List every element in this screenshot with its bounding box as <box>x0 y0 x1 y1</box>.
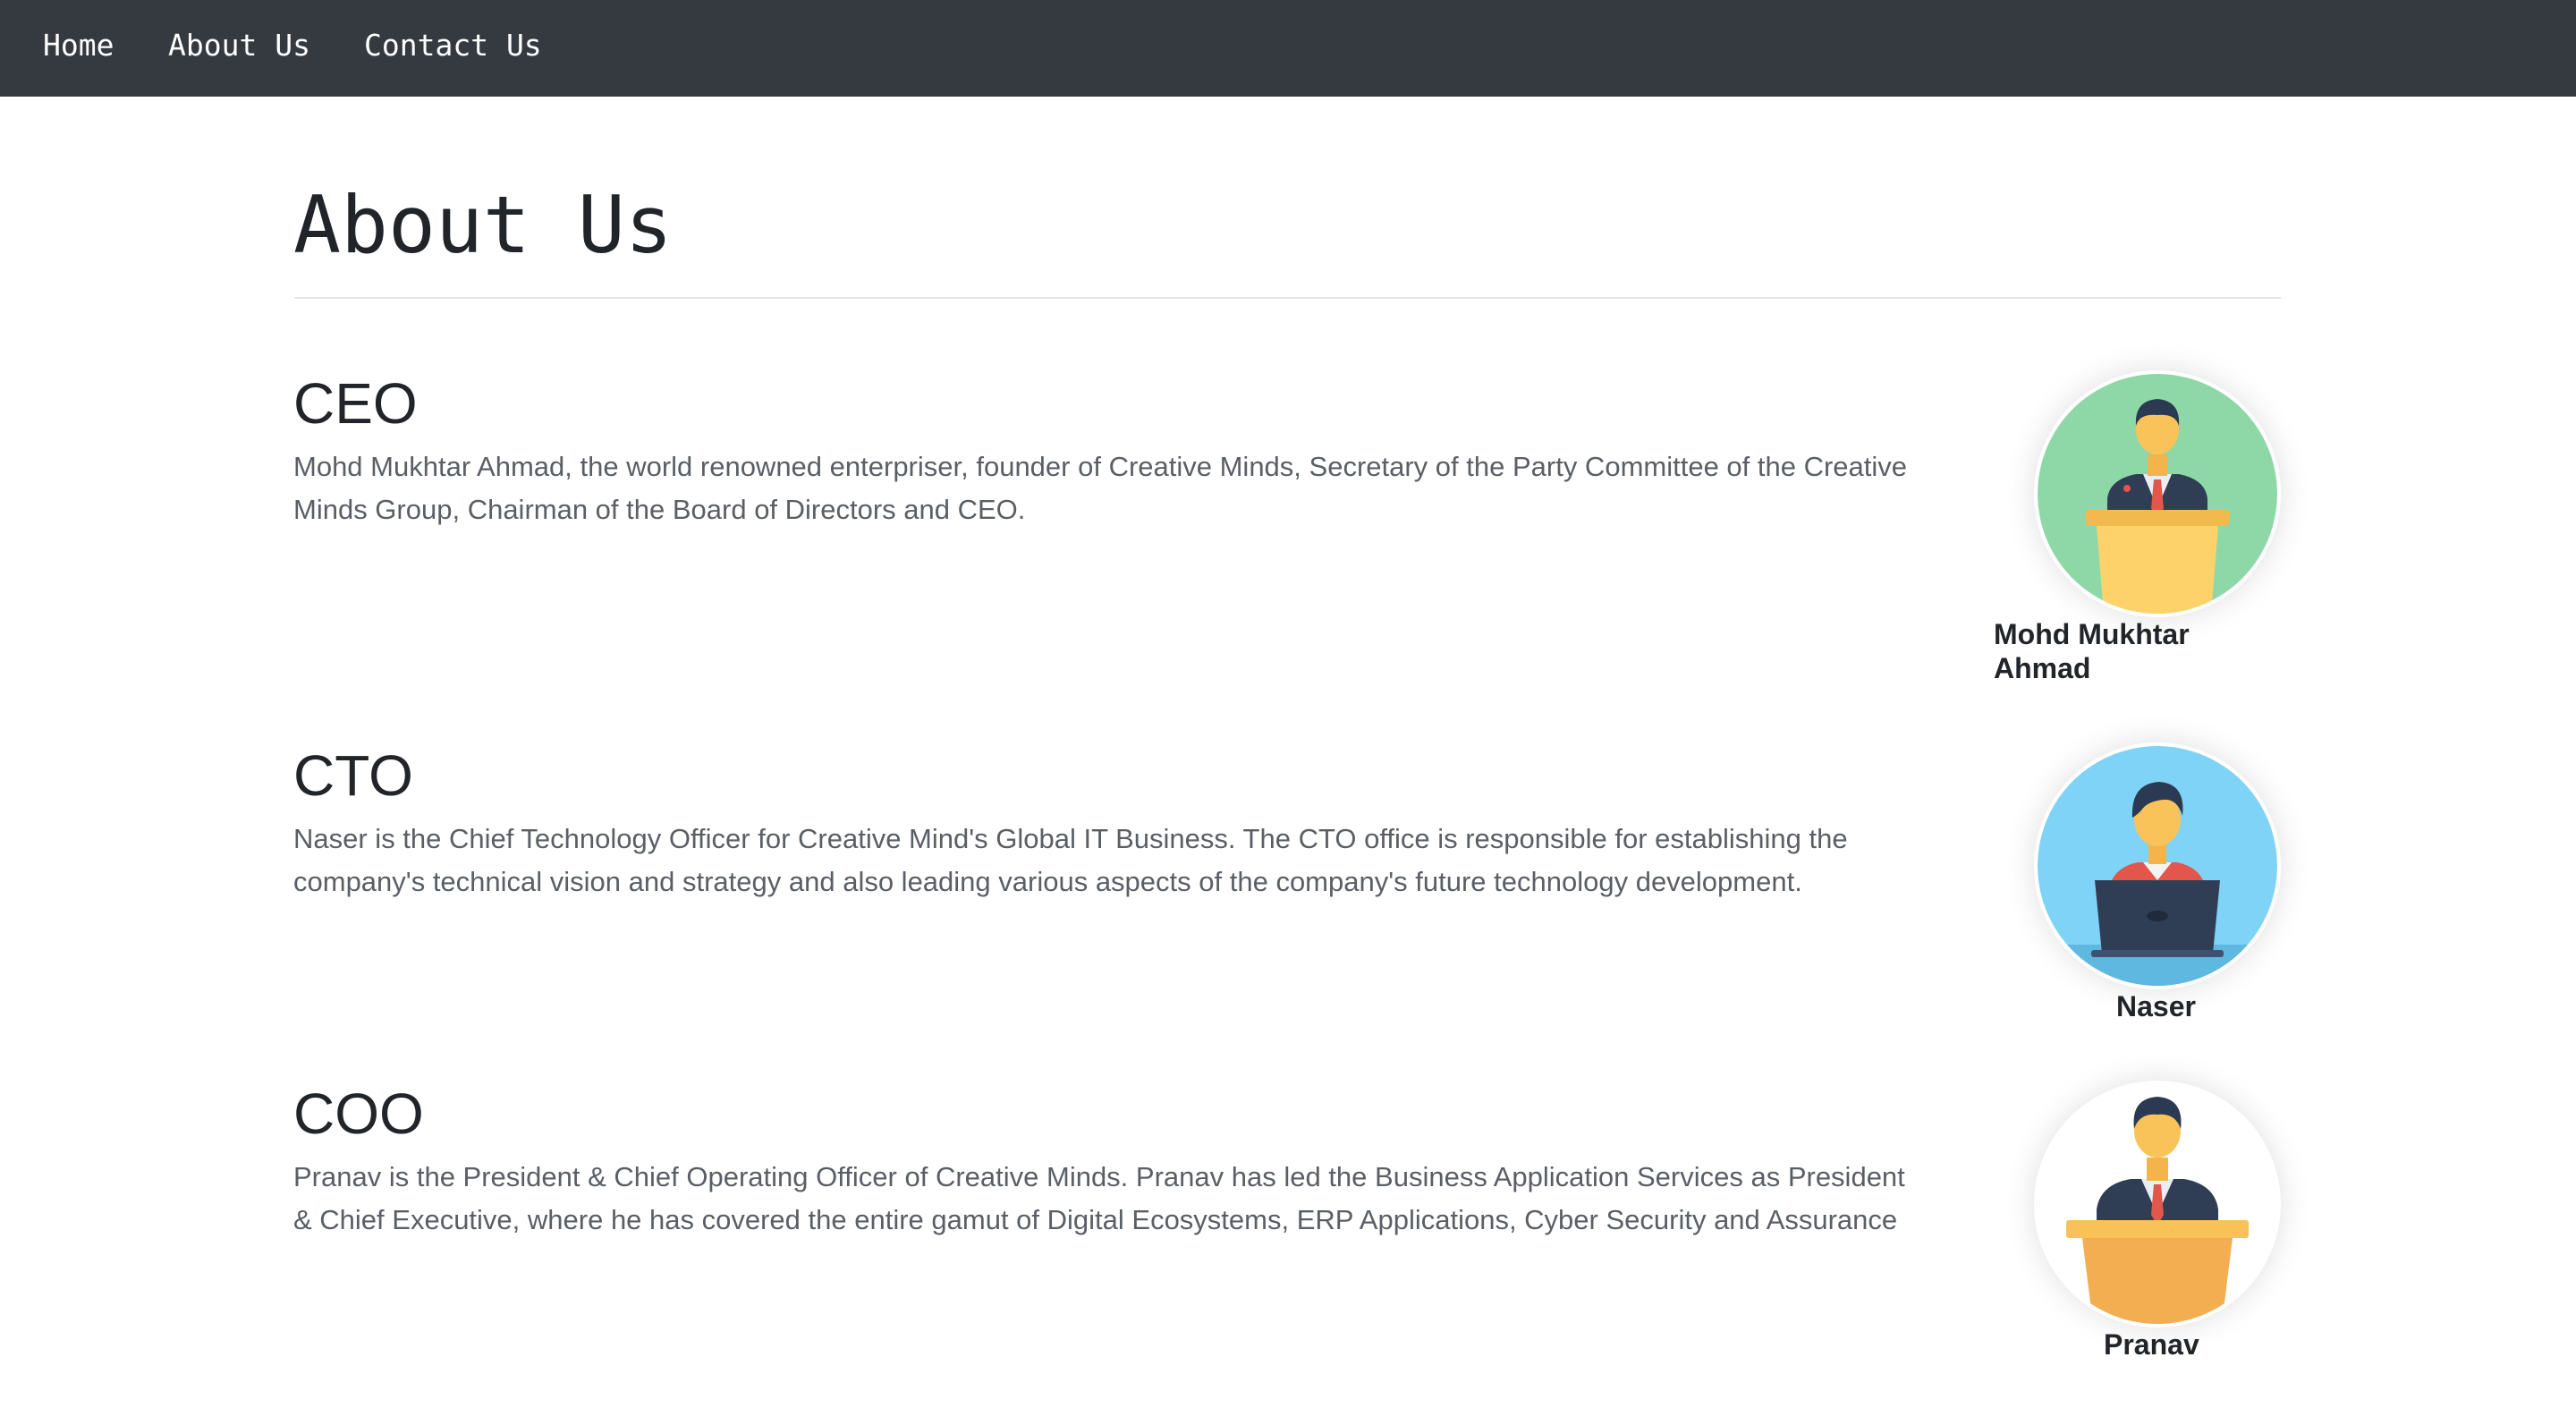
top-navbar: Home About Us Contact Us <box>0 0 2576 97</box>
role-heading: CEO <box>293 371 418 436</box>
coo-name-caption: Pranav <box>2104 1328 2199 1361</box>
role-description: Naser is the Chief Technology Officer fo… <box>293 823 1848 897</box>
nav-contact-us-link[interactable]: Contact Us <box>364 25 542 66</box>
team-member-coo: COO Pranav is the President & Chief Oper… <box>293 1079 1930 1242</box>
nav-home-link[interactable]: Home <box>43 25 114 66</box>
team-member-cto: CTO Naser is the Chief Technology Office… <box>293 741 1930 903</box>
role-description: Mohd Mukhtar Ahmad, the world renowned e… <box>293 451 1908 525</box>
cto-avatar <box>2034 742 2281 989</box>
cto-name-caption: Naser <box>2116 990 2196 1022</box>
coo-avatar <box>2034 1081 2281 1327</box>
role-heading: CTO <box>293 743 413 808</box>
team-member-ceo: CEO Mohd Mukhtar Ahmad, the world renown… <box>293 369 1930 531</box>
ceo-avatar <box>2034 370 2281 617</box>
speaker-at-podium-icon <box>2038 374 2277 614</box>
person-with-laptop-icon <box>2038 746 2277 986</box>
role-heading: COO <box>293 1081 424 1146</box>
title-divider <box>294 297 2281 299</box>
role-description: Pranav is the President & Chief Operatin… <box>293 1161 1905 1235</box>
ceo-name-caption: Mohd Mukhtar Ahmad <box>1994 618 2190 684</box>
nav-about-us-link[interactable]: About Us <box>168 25 310 66</box>
page-title: About Us <box>293 179 673 271</box>
presenter-at-podium-icon <box>2038 1084 2277 1324</box>
